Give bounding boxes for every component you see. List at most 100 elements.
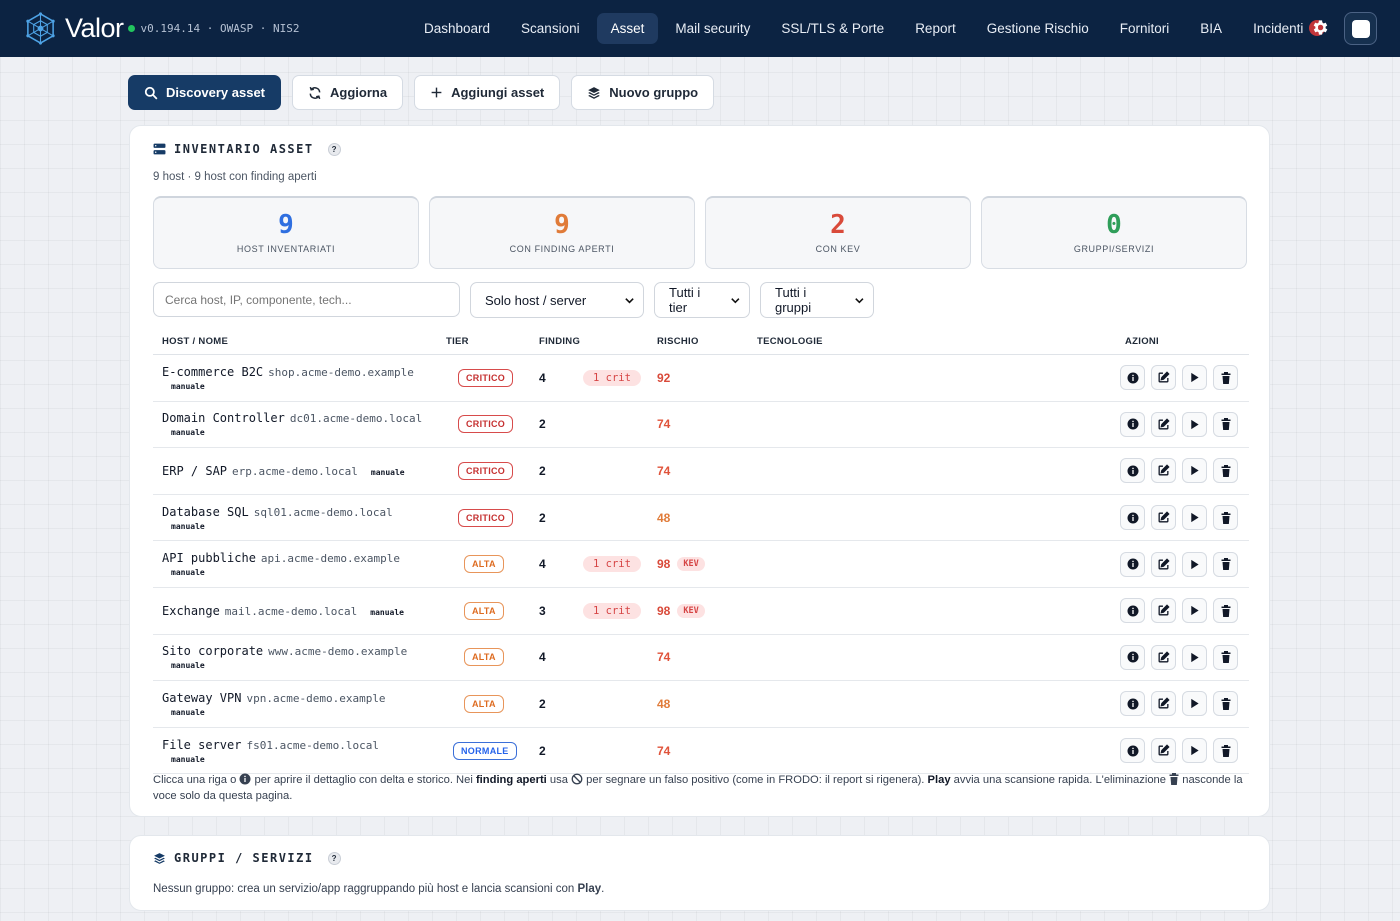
finding-count: 3: [539, 588, 546, 634]
table-row[interactable]: Database SQL sql01.acme-demo.local manua…: [153, 495, 1249, 542]
trash-icon: [1221, 511, 1231, 524]
trash-button[interactable]: [1213, 598, 1238, 624]
info-button[interactable]: [1120, 644, 1145, 670]
table-row[interactable]: Gateway VPN vpn.acme-demo.example manual…: [153, 681, 1249, 728]
stat-gruppi-servizi[interactable]: 0 GRUPPI/SERVIZI: [981, 196, 1247, 269]
finding-number: 4: [539, 557, 546, 572]
inventory-title: INVENTARIO ASSET ?: [153, 142, 341, 156]
groups-help-icon[interactable]: ?: [327, 851, 341, 865]
edit-icon: [1157, 744, 1170, 757]
risk-cell: 98 KEV: [657, 541, 705, 587]
table-row[interactable]: Domain Controller dc01.acme-demo.local m…: [153, 402, 1249, 449]
col-finding[interactable]: FINDING: [539, 329, 580, 354]
edit-button[interactable]: [1151, 598, 1176, 624]
edit-button[interactable]: [1151, 644, 1176, 670]
col-risk[interactable]: RISCHIO: [657, 329, 699, 354]
edit-icon: [1157, 511, 1170, 524]
nav-bia[interactable]: BIA: [1186, 13, 1236, 44]
trash-button[interactable]: [1213, 365, 1238, 391]
table-row[interactable]: E-commerce B2C shop.acme-demo.example ma…: [153, 355, 1249, 402]
play-button[interactable]: [1182, 598, 1207, 624]
risk-score: 98: [657, 603, 671, 618]
col-actions: AZIONI: [1125, 336, 1159, 347]
trash-button[interactable]: [1213, 691, 1238, 717]
tier-cell: ALTA: [464, 588, 504, 634]
info-icon: [239, 773, 251, 785]
table-row[interactable]: Sito corporate www.acme-demo.example man…: [153, 635, 1249, 682]
nav-scansioni[interactable]: Scansioni: [507, 13, 594, 44]
discovery-asset-button[interactable]: Discovery asset: [128, 75, 282, 110]
settings-gear-icon[interactable]: [1311, 18, 1330, 42]
play-button[interactable]: [1182, 411, 1207, 437]
tier-select[interactable]: Tutti i tier: [654, 282, 750, 318]
play-button[interactable]: [1182, 738, 1207, 764]
nav-mail-security[interactable]: Mail security: [661, 13, 764, 44]
info-button[interactable]: [1120, 598, 1145, 624]
edit-button[interactable]: [1151, 505, 1176, 531]
stat-con-finding-aperti[interactable]: 9 CON FINDING APERTI: [429, 196, 695, 269]
inventory-card: INVENTARIO ASSET ? 9 host · 9 host con f…: [129, 125, 1270, 817]
stat-host-inventariati[interactable]: 9 HOST INVENTARIATI: [153, 196, 419, 269]
trash-button[interactable]: [1213, 411, 1238, 437]
brand[interactable]: Valor: [24, 12, 124, 45]
play-button[interactable]: [1182, 551, 1207, 577]
add-asset-button[interactable]: Aggiungi asset: [414, 75, 561, 110]
inventory-title-text: INVENTARIO ASSET: [174, 142, 314, 156]
nav-dashboard[interactable]: Dashboard: [410, 13, 504, 44]
stat-con-kev[interactable]: 2 CON KEV: [705, 196, 971, 269]
play-button[interactable]: [1182, 365, 1207, 391]
nav-gestione-rischio[interactable]: Gestione Rischio: [973, 13, 1103, 44]
col-tier[interactable]: TIER: [446, 329, 469, 354]
info-button[interactable]: [1120, 458, 1145, 484]
type-select[interactable]: Solo host / server: [470, 282, 644, 318]
refresh-button[interactable]: Aggiorna: [292, 75, 404, 110]
info-button[interactable]: [1120, 411, 1145, 437]
tier-badge: CRITICO: [458, 461, 514, 480]
chevron-down-icon: [855, 297, 864, 303]
layers-icon: [588, 86, 601, 99]
col-host[interactable]: HOST / NOME: [162, 329, 228, 354]
table-row[interactable]: Exchange mail.acme-demo.local manuale AL…: [153, 588, 1249, 635]
trash-icon: [1221, 418, 1231, 431]
play-button[interactable]: [1182, 458, 1207, 484]
risk-score: 92: [657, 370, 671, 385]
trash-button[interactable]: [1213, 738, 1238, 764]
nav-fornitori[interactable]: Fornitori: [1106, 13, 1184, 44]
trash-button[interactable]: [1213, 505, 1238, 531]
info-icon: [1127, 418, 1139, 430]
trash-button[interactable]: [1213, 458, 1238, 484]
inventory-help-icon[interactable]: ?: [327, 142, 341, 156]
table-row[interactable]: API pubbliche api.acme-demo.example manu…: [153, 541, 1249, 588]
trash-button[interactable]: [1213, 551, 1238, 577]
info-button[interactable]: [1120, 691, 1145, 717]
nav-ssl-tls-porte[interactable]: SSL/TLS & Porte: [767, 13, 898, 44]
info-button[interactable]: [1120, 738, 1145, 764]
edit-button[interactable]: [1151, 551, 1176, 577]
info-button[interactable]: [1120, 505, 1145, 531]
tier-cell: ALTA: [464, 541, 504, 587]
table-row[interactable]: ERP / SAP erp.acme-demo.local manuale CR…: [153, 448, 1249, 495]
groups-text-bold: Play: [577, 883, 602, 895]
play-button[interactable]: [1182, 644, 1207, 670]
play-button[interactable]: [1182, 505, 1207, 531]
info-button[interactable]: [1120, 365, 1145, 391]
refresh-label: Aggiorna: [330, 85, 388, 100]
nav-asset[interactable]: Asset: [596, 12, 659, 44]
search-input[interactable]: [153, 282, 460, 317]
edit-button[interactable]: [1151, 691, 1176, 717]
info-button[interactable]: [1120, 551, 1145, 577]
play-button[interactable]: [1182, 691, 1207, 717]
edit-button[interactable]: [1151, 365, 1176, 391]
edit-button[interactable]: [1151, 738, 1176, 764]
tier-cell: [153, 681, 484, 727]
edit-button[interactable]: [1151, 411, 1176, 437]
edit-button[interactable]: [1151, 458, 1176, 484]
new-group-button[interactable]: Nuovo gruppo: [571, 75, 715, 110]
user-avatar[interactable]: [1344, 12, 1377, 45]
tier-cell: [153, 495, 484, 541]
info-icon: [1127, 698, 1139, 710]
table-row[interactable]: File server fs01.acme-demo.local manuale…: [153, 728, 1249, 775]
group-select[interactable]: Tutti i gruppi: [760, 282, 874, 318]
nav-report[interactable]: Report: [901, 13, 970, 44]
trash-button[interactable]: [1213, 644, 1238, 670]
